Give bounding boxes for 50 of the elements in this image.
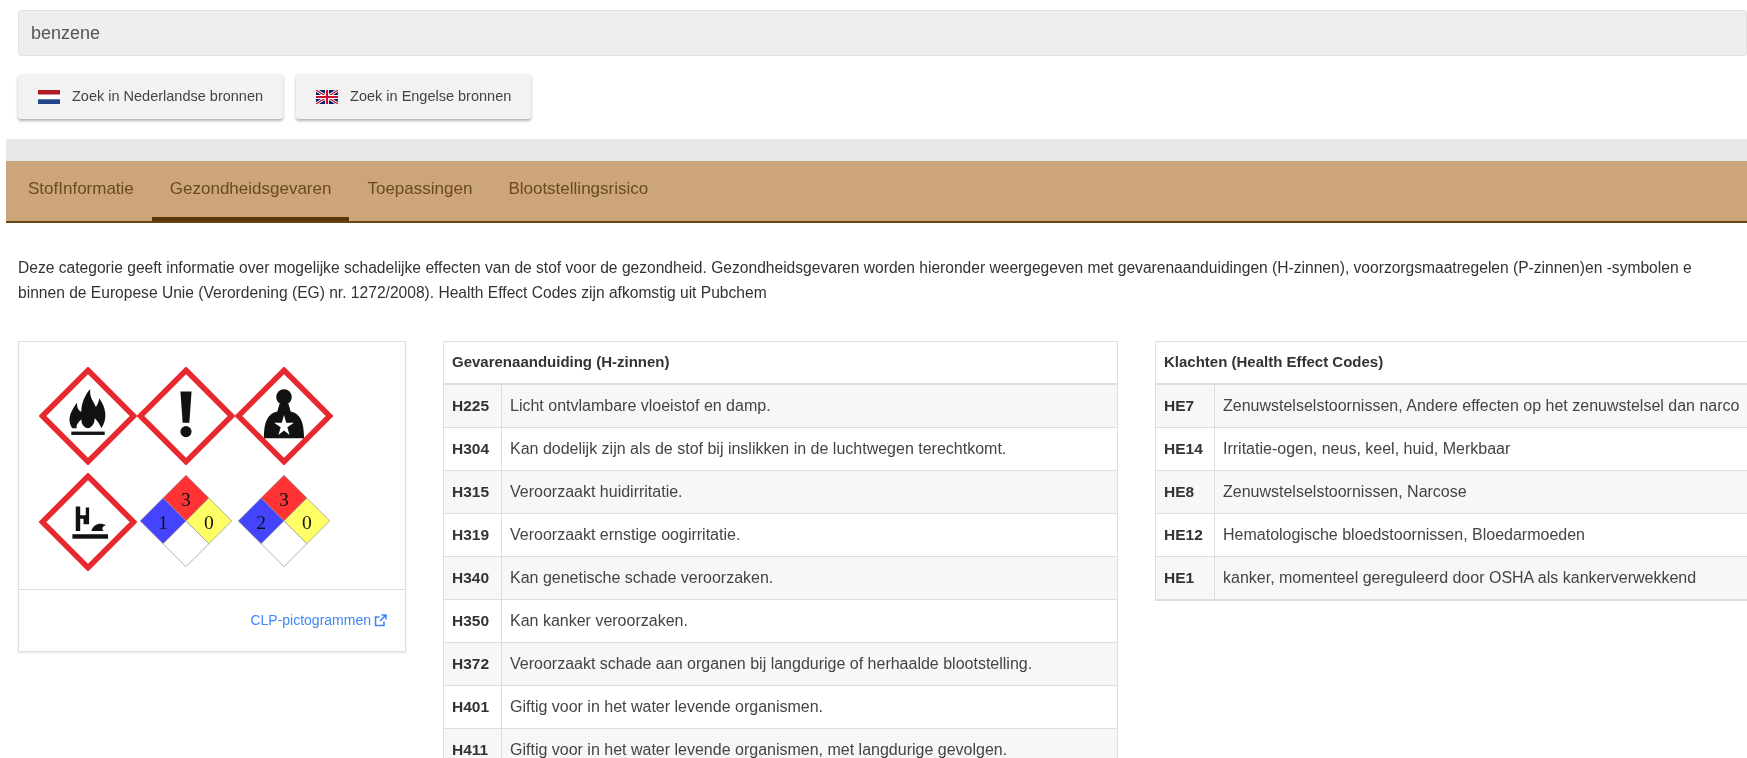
health-hazard-icon (235, 367, 333, 465)
clp-pictograms-link[interactable]: CLP-pictogrammen (250, 610, 387, 631)
search-source-button[interactable]: Zoek in Nederlandse bronnen (18, 74, 284, 119)
code-cell: HE8 (1156, 471, 1215, 513)
description-cell-text: Kan dodelijk zijn als de stof bij inslikken in de luchtwegen terechtkomt. (509, 439, 1008, 459)
tab[interactable]: StofInformatie (10, 161, 152, 221)
exclamation-hazard-icon (137, 367, 235, 465)
flag-icon (316, 89, 339, 104)
health-rating: 2 (256, 511, 267, 533)
description-cell-text: Hematologische bloedstoornissen, Bloedarmoeden (1222, 525, 1586, 545)
fire-rating: 3 (181, 488, 191, 510)
description-cell-text: Veroorzaakt huidirritatie. (509, 482, 684, 502)
reactivity-rating: 0 (301, 511, 312, 533)
description-cell-text: Veroorzaakt ernstige oogirritatie. (509, 525, 742, 545)
description-cell-text: Giftig voor in het water levende organismen, met langdurige gevolgen. (509, 740, 1009, 758)
tab[interactable]: Gezondheidsgevaren (151, 161, 350, 221)
code-cell: HE7 (1156, 385, 1215, 427)
code-cell: HE12 (1156, 514, 1215, 556)
description-cell-text: Licht ontvlambare vloeistof en damp. (509, 396, 772, 416)
code-cell: H315 (444, 471, 502, 513)
code-cell: HE1 (1156, 557, 1215, 599)
search-field[interactable]: benzene (18, 10, 1747, 56)
code-cell: H225 (444, 385, 502, 427)
code-cell: H304 (444, 428, 502, 470)
code-cell: H350 (444, 600, 502, 642)
description-cell-text: Giftig voor in het water levende organismen. (509, 697, 825, 717)
description-cell-text: Irritatie-ogen, neus, keel, huid, Merkbaar (1222, 439, 1512, 459)
flag-icon (38, 89, 60, 104)
reactivity-rating: 0 (203, 511, 214, 533)
description-cell-text: Kan kanker veroorzaken. (509, 611, 689, 631)
description-cell-text: Zenuwstelselstoornissen, Andere effecten op het zenuwstelsel dan narco (1222, 396, 1741, 416)
code-cell: HE14 (1156, 428, 1215, 470)
code-cell: H319 (444, 514, 502, 556)
fire-rating: 3 (279, 488, 289, 510)
code-cell: H401 (444, 686, 502, 728)
intro-text: Deze categorie geeft informatie over mogelijke schadelijke effecten van de stof voor de gezondheid. Gezondheidsgevaren worden hieronder weergegeven met gevarenaanduidingen (H-zinnen), voorzorgsmaatregelen (P-zinnen)en -symbolen e binnen de Europese Unie (Verordening (EG) nr. 1272/2008). Health Effect Codes zijn afkomstig uit Pubchem (18, 258, 1693, 303)
health-rating: 1 (158, 511, 169, 533)
code-cell: H340 (444, 557, 502, 599)
flame-hazard-icon (39, 367, 137, 465)
code-cell: H372 (444, 643, 502, 685)
description-cell-text: Veroorzaakt schade aan organen bij langdurige of herhaalde blootstelling. (509, 654, 1034, 674)
search-source-button[interactable]: Zoek in Engelse bronnen (296, 74, 532, 119)
external-link-icon (374, 614, 387, 627)
description-cell-text: Kan genetische schade veroorzaken. (509, 568, 775, 588)
tab[interactable]: Toepassingen (349, 161, 491, 221)
environment-hazard-icon (39, 473, 137, 571)
description-cell-text: Zenuwstelselstoornissen, Narcose (1222, 482, 1468, 502)
description-cell-text: kanker, momenteel gereguleerd door OSHA als kankerverwekkend (1222, 568, 1698, 588)
code-cell: H411 (444, 729, 502, 758)
tab[interactable]: Blootstellingsrisico (490, 161, 667, 221)
